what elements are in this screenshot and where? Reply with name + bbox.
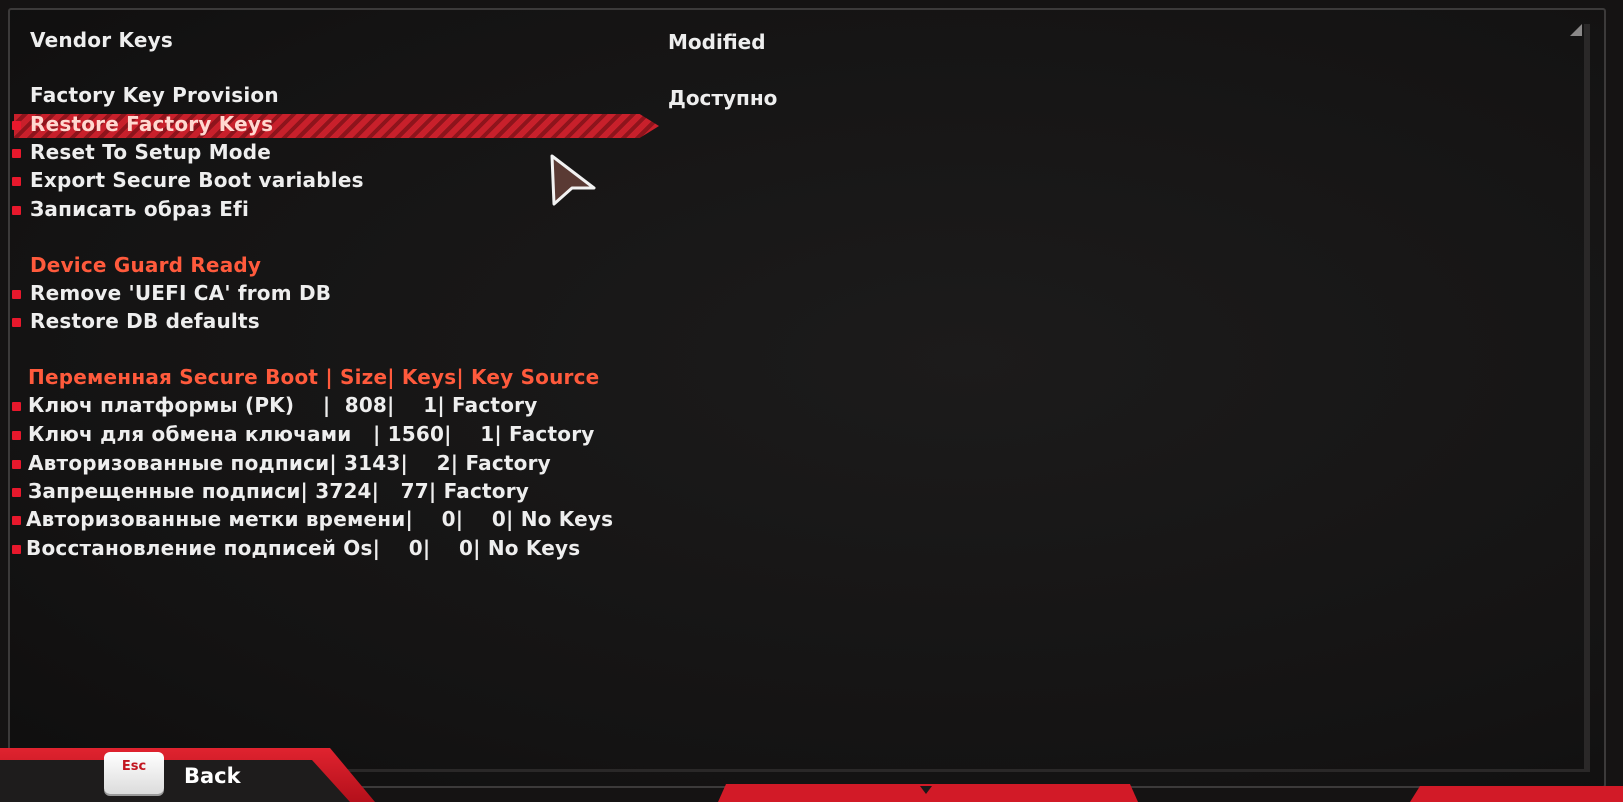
export-secure-boot-variables-item[interactable]: Export Secure Boot variables bbox=[30, 168, 364, 192]
menu-bullet-icon bbox=[12, 206, 21, 215]
back-button[interactable]: Back bbox=[184, 764, 241, 788]
footer-right-tab bbox=[1410, 786, 1623, 802]
variable-row-pk[interactable]: Ключ платформы (PK) | 808| 1| Factory bbox=[28, 393, 537, 417]
mouse-pointer-icon bbox=[550, 154, 596, 206]
menu-bullet-icon bbox=[12, 402, 21, 411]
vendor-keys-label: Vendor Keys bbox=[30, 28, 173, 52]
variable-row-dbx[interactable]: Запрещенные подписи| 3724| 77| Factory bbox=[28, 479, 529, 503]
vendor-keys-value: Modified bbox=[668, 30, 766, 54]
menu-bullet-icon bbox=[12, 121, 21, 130]
variable-row-dbt[interactable]: Авторизованные метки времени| 0| 0| No K… bbox=[26, 507, 613, 531]
menu-bullet-icon bbox=[12, 177, 21, 186]
reset-to-setup-mode-item[interactable]: Reset To Setup Mode bbox=[30, 140, 271, 164]
restore-db-defaults-item[interactable]: Restore DB defaults bbox=[30, 309, 260, 333]
menu-bullet-icon bbox=[12, 290, 21, 299]
menu-bullet-icon bbox=[12, 545, 21, 554]
factory-key-provision-value[interactable]: Доступно bbox=[668, 86, 777, 110]
menu-bullet-icon bbox=[12, 318, 21, 327]
write-efi-image-item[interactable]: Записать образ Efi bbox=[30, 197, 249, 221]
chevron-down-icon[interactable] bbox=[920, 786, 932, 794]
factory-key-provision-label[interactable]: Factory Key Provision bbox=[30, 83, 279, 107]
menu-bullet-icon bbox=[12, 488, 21, 497]
menu-bullet-icon bbox=[12, 460, 21, 469]
device-guard-heading: Device Guard Ready bbox=[30, 253, 262, 277]
variable-row-kek[interactable]: Ключ для обмена ключами | 1560| 1| Facto… bbox=[28, 422, 595, 446]
esc-key-button[interactable]: Esc bbox=[104, 752, 164, 794]
menu-bullet-icon bbox=[12, 149, 21, 158]
scroll-up-icon[interactable] bbox=[1570, 24, 1582, 36]
secure-boot-variables-heading: Переменная Secure Boot | Size| Keys| Key… bbox=[28, 365, 600, 389]
menu-bullet-icon bbox=[12, 431, 21, 440]
variable-row-dbr[interactable]: Восстановление подписей Os| 0| 0| No Key… bbox=[26, 536, 580, 560]
footer-back-panel bbox=[0, 760, 350, 802]
variable-row-db[interactable]: Авторизованные подписи| 3143| 2| Factory bbox=[28, 451, 551, 475]
remove-uefi-ca-item[interactable]: Remove 'UEFI CA' from DB bbox=[30, 281, 331, 305]
restore-factory-keys-item[interactable]: Restore Factory Keys bbox=[30, 112, 273, 136]
menu-bullet-icon bbox=[12, 516, 21, 525]
